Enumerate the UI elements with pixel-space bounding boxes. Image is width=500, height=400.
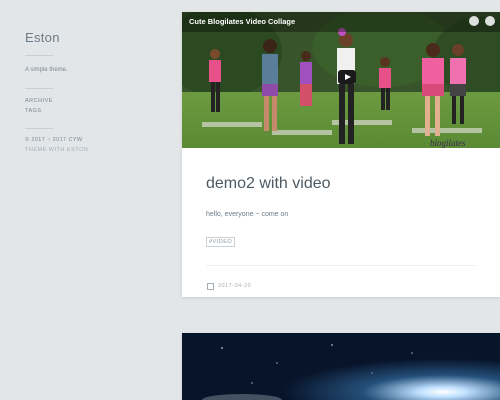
share-icon[interactable] bbox=[485, 16, 495, 26]
watch-later-icon[interactable] bbox=[469, 16, 479, 26]
divider bbox=[25, 128, 53, 129]
card-divider bbox=[206, 265, 476, 266]
video-watermark: blogilates bbox=[430, 138, 466, 148]
site-tagline: A simple theme. bbox=[25, 67, 68, 73]
play-button[interactable] bbox=[338, 70, 356, 84]
post-cover-image bbox=[182, 333, 500, 400]
calendar-icon bbox=[207, 283, 214, 290]
post-excerpt: hello, everyone ~ come on bbox=[206, 211, 289, 218]
post-card: Cute Blogilates Video Collage blogilates… bbox=[182, 12, 500, 297]
sidebar: Eston A simple theme. ARCHIVE TAGS © 201… bbox=[0, 0, 182, 400]
site-title[interactable]: Eston bbox=[25, 30, 60, 45]
divider bbox=[25, 55, 53, 56]
nav-archive-link[interactable]: ARCHIVE bbox=[25, 98, 53, 104]
post-card-next[interactable] bbox=[182, 333, 500, 400]
tag-badge-video[interactable]: #VIDEO bbox=[206, 237, 236, 247]
divider bbox=[25, 88, 53, 89]
video-player[interactable]: Cute Blogilates Video Collage blogilates bbox=[182, 12, 500, 148]
copyright: © 2017 ~ 2017 CYW bbox=[25, 137, 83, 143]
video-title[interactable]: Cute Blogilates Video Collage bbox=[189, 17, 295, 26]
nav-tags-link[interactable]: TAGS bbox=[25, 108, 42, 114]
post-date: 2017-04-20 bbox=[218, 283, 252, 289]
theme-credit-link[interactable]: THEME WITH ESTON bbox=[25, 147, 88, 153]
post-title[interactable]: demo2 with video bbox=[206, 175, 331, 193]
